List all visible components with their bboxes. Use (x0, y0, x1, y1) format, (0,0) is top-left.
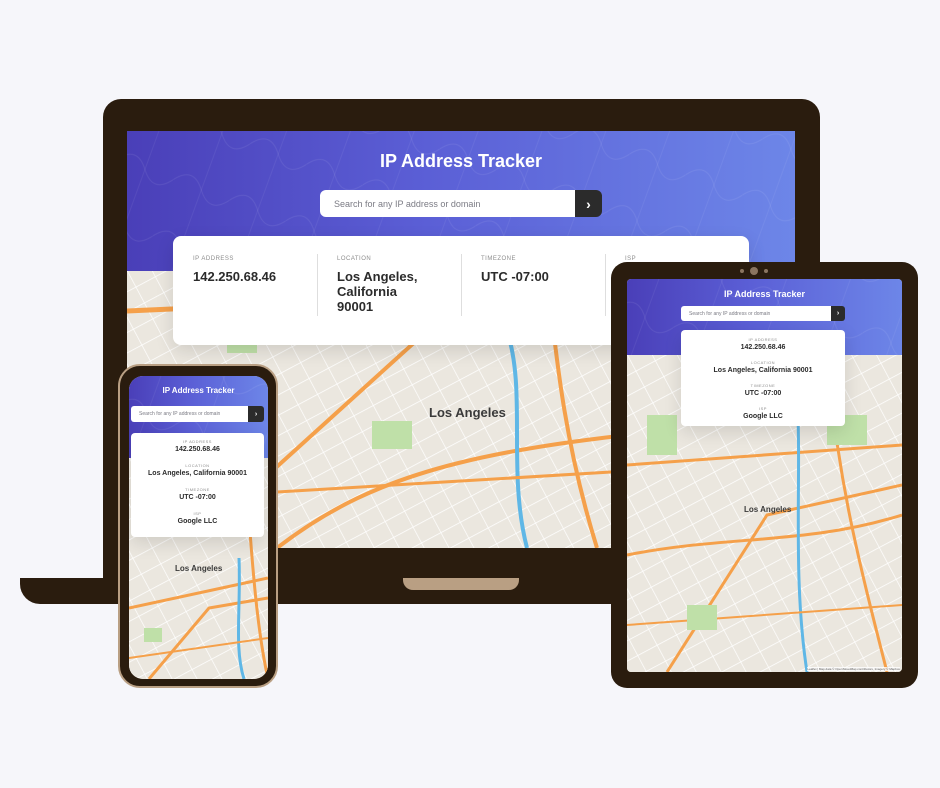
laptop-notch (403, 578, 519, 590)
location-line-2: California (337, 284, 397, 299)
search-form: Search for any IP address or domain › (131, 406, 264, 422)
ip-label: IP Address (193, 256, 234, 262)
isp-value: Google LLC (177, 518, 218, 525)
search-submit-button[interactable]: › (831, 306, 845, 321)
search-input[interactable]: Search for any IP address or domain (131, 406, 248, 422)
divider (461, 254, 462, 316)
location-label: Location (750, 360, 776, 365)
map-attribution: Leaflet | Map data © OpenStreetMap contr… (807, 667, 900, 671)
ip-value: 142.250.68.46 (175, 446, 220, 453)
location-label: Location (337, 256, 372, 262)
tablet-screen: Los Angeles Leaflet | Map data © OpenStr… (627, 279, 902, 672)
map-city-label: Los Angeles (744, 505, 792, 514)
timezone-label: Timezone (750, 383, 776, 388)
timezone-block: Timezone UTC -07:00 (481, 256, 605, 284)
ip-value: 142.250.68.46 (740, 344, 786, 351)
location-block: Location Los Angeles, California 90001 (337, 256, 461, 314)
tablet-sensor (740, 269, 744, 273)
search-form: Search for any IP address or domain › (681, 306, 845, 321)
phone-device: Los Angeles IP Address Tracker Search fo… (118, 364, 278, 688)
tablet-camera (750, 267, 758, 275)
result-card: IP Address 142.250.68.46 Location Los An… (131, 433, 264, 537)
search-form: Search for any IP address or domain › (320, 190, 602, 217)
isp-value: Google LLC (743, 413, 783, 420)
divider (317, 254, 318, 316)
location-value: Los Angeles, California 90001 (148, 470, 247, 477)
search-input[interactable]: Search for any IP address or domain (320, 190, 575, 217)
search-input[interactable]: Search for any IP address or domain (681, 306, 831, 321)
search-submit-button[interactable]: › (248, 406, 264, 422)
map-city-label: Los Angeles (429, 405, 506, 420)
location-line-1: Los Angeles, (337, 269, 418, 284)
search-submit-button[interactable]: › (575, 190, 602, 217)
ip-value: 142.250.68.46 (193, 269, 277, 284)
tablet-device: Los Angeles Leaflet | Map data © OpenStr… (611, 262, 918, 688)
timezone-label: Timezone (185, 487, 210, 492)
timezone-value: UTC -07:00 (744, 390, 782, 397)
isp-label: ISP (193, 511, 202, 516)
phone-screen: Los Angeles IP Address Tracker Search fo… (129, 376, 268, 679)
location-value: Los Angeles, California 90001 (713, 367, 813, 374)
ip-label: IP Address (183, 439, 212, 444)
ip-block: IP Address 142.250.68.46 (193, 256, 317, 284)
ip-label: IP Address (748, 337, 778, 342)
location-label: Location (185, 463, 210, 468)
location-line-3: 90001 (337, 299, 374, 314)
timezone-value: UTC -07:00 (179, 494, 216, 501)
divider (605, 254, 606, 316)
app-title: IP Address Tracker (162, 386, 235, 395)
timezone-label: Timezone (481, 256, 516, 262)
map-city-label: Los Angeles (175, 564, 223, 573)
isp-label: ISP (759, 406, 767, 411)
timezone-value: UTC -07:00 (481, 269, 549, 284)
app-title: IP Address Tracker (723, 289, 806, 299)
app-title: IP Address Tracker (379, 151, 543, 171)
tablet-sensor (764, 269, 768, 273)
result-card: IP Address 142.250.68.46 Location Los An… (681, 330, 845, 426)
